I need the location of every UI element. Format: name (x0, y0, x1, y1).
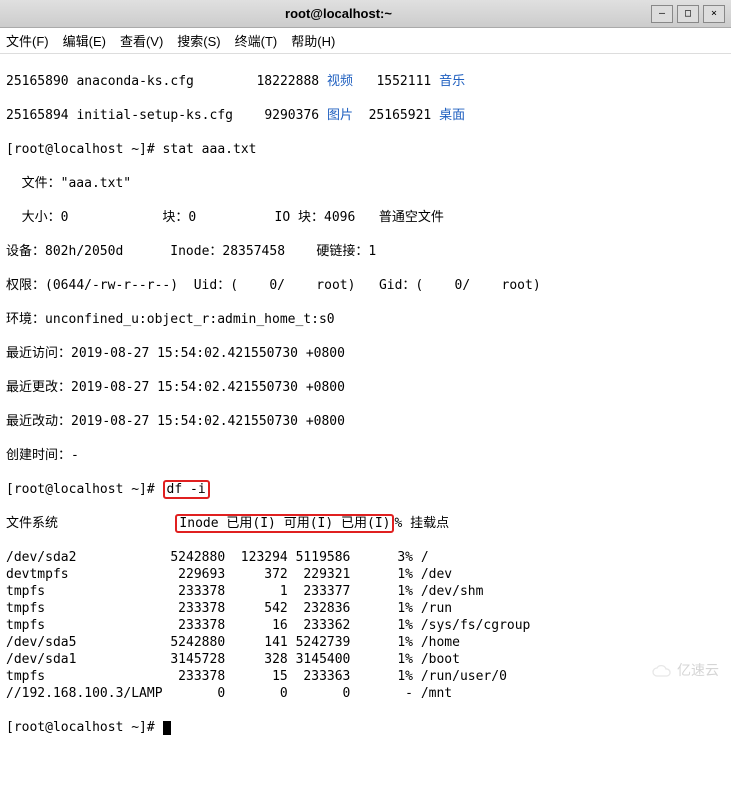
shell-prompt: [root@localhost ~]# (6, 142, 163, 157)
shell-command: stat aaa.txt (163, 142, 257, 157)
dir-link: 音乐 (439, 74, 465, 89)
prompt-line: [root@localhost ~]# df -i (6, 481, 725, 498)
ls-row: 25165894 initial-setup-ks.cfg 9290376 图片… (6, 107, 725, 124)
cloud-icon (651, 664, 673, 678)
menu-file[interactable]: 文件(F) (6, 31, 49, 50)
df-row: /dev/sda2 5242880 123294 5119586 3% / (6, 549, 725, 566)
df-row: tmpfs 233378 16 233362 1% /sys/fs/cgroup (6, 617, 725, 634)
menu-bar: 文件(F) 编辑(E) 查看(V) 搜索(S) 终端(T) 帮助(H) (0, 28, 731, 54)
stat-line: 最近访问：2019-08-27 15:54:02.421550730 +0800 (6, 345, 725, 362)
window-titlebar: root@localhost:~ – □ × (0, 0, 731, 28)
stat-line: 文件："aaa.txt" (6, 175, 725, 192)
dir-link: 视频 (327, 74, 353, 89)
df-row: tmpfs 233378 1 233377 1% /dev/shm (6, 583, 725, 600)
dir-link: 图片 (327, 108, 353, 123)
stat-line: 最近更改：2019-08-27 15:54:02.421550730 +0800 (6, 379, 725, 396)
close-button[interactable]: × (703, 5, 725, 23)
df-header: 文件系统 Inode 已用(I) 可用(I) 已用(I)% 挂载点 (6, 515, 725, 532)
stat-line: 大小：0 块：0 IO 块：4096 普通空文件 (6, 209, 725, 226)
menu-terminal[interactable]: 终端(T) (235, 31, 278, 50)
dir-link: 桌面 (439, 108, 465, 123)
menu-help[interactable]: 帮助(H) (291, 31, 335, 50)
cursor-icon (163, 721, 171, 735)
minimize-button[interactable]: – (651, 5, 673, 23)
terminal-output[interactable]: 25165890 anaconda-ks.cfg 18222888 视频 155… (0, 54, 731, 789)
window-title: root@localhost:~ (30, 6, 647, 21)
df-row: /dev/sda1 3145728 328 3145400 1% /boot (6, 651, 725, 668)
watermark-logo: 亿速云 (651, 662, 719, 679)
stat-line: 设备：802h/2050d Inode：28357458 硬链接：1 (6, 243, 725, 260)
stat-line: 权限：(0644/-rw-r--r--) Uid：( 0/ root) Gid：… (6, 277, 725, 294)
df-row: devtmpfs 229693 372 229321 1% /dev (6, 566, 725, 583)
stat-line: 最近改动：2019-08-27 15:54:02.421550730 +0800 (6, 413, 725, 430)
maximize-button[interactable]: □ (677, 5, 699, 23)
df-row: tmpfs 233378 15 233363 1% /run/user/0 (6, 668, 725, 685)
menu-view[interactable]: 查看(V) (120, 31, 163, 50)
ls-row: 25165890 anaconda-ks.cfg 18222888 视频 155… (6, 73, 725, 90)
prompt-line: [root@localhost ~]# stat aaa.txt (6, 141, 725, 158)
df-row: tmpfs 233378 542 232836 1% /run (6, 600, 725, 617)
stat-line: 环境：unconfined_u:object_r:admin_home_t:s0 (6, 311, 725, 328)
prompt-line: [root@localhost ~]# (6, 719, 725, 736)
df-row: //192.168.100.3/LAMP 0 0 0 - /mnt (6, 685, 725, 702)
menu-edit[interactable]: 编辑(E) (63, 31, 106, 50)
df-row: /dev/sda5 5242880 141 5242739 1% /home (6, 634, 725, 651)
menu-search[interactable]: 搜索(S) (177, 31, 220, 50)
stat-line: 创建时间：- (6, 447, 725, 464)
shell-prompt: [root@localhost ~]# (6, 720, 163, 735)
highlighted-header: Inode 已用(I) 可用(I) 已用(I) (175, 514, 394, 533)
shell-prompt: [root@localhost ~]# (6, 482, 163, 497)
highlighted-command: df -i (163, 480, 210, 499)
